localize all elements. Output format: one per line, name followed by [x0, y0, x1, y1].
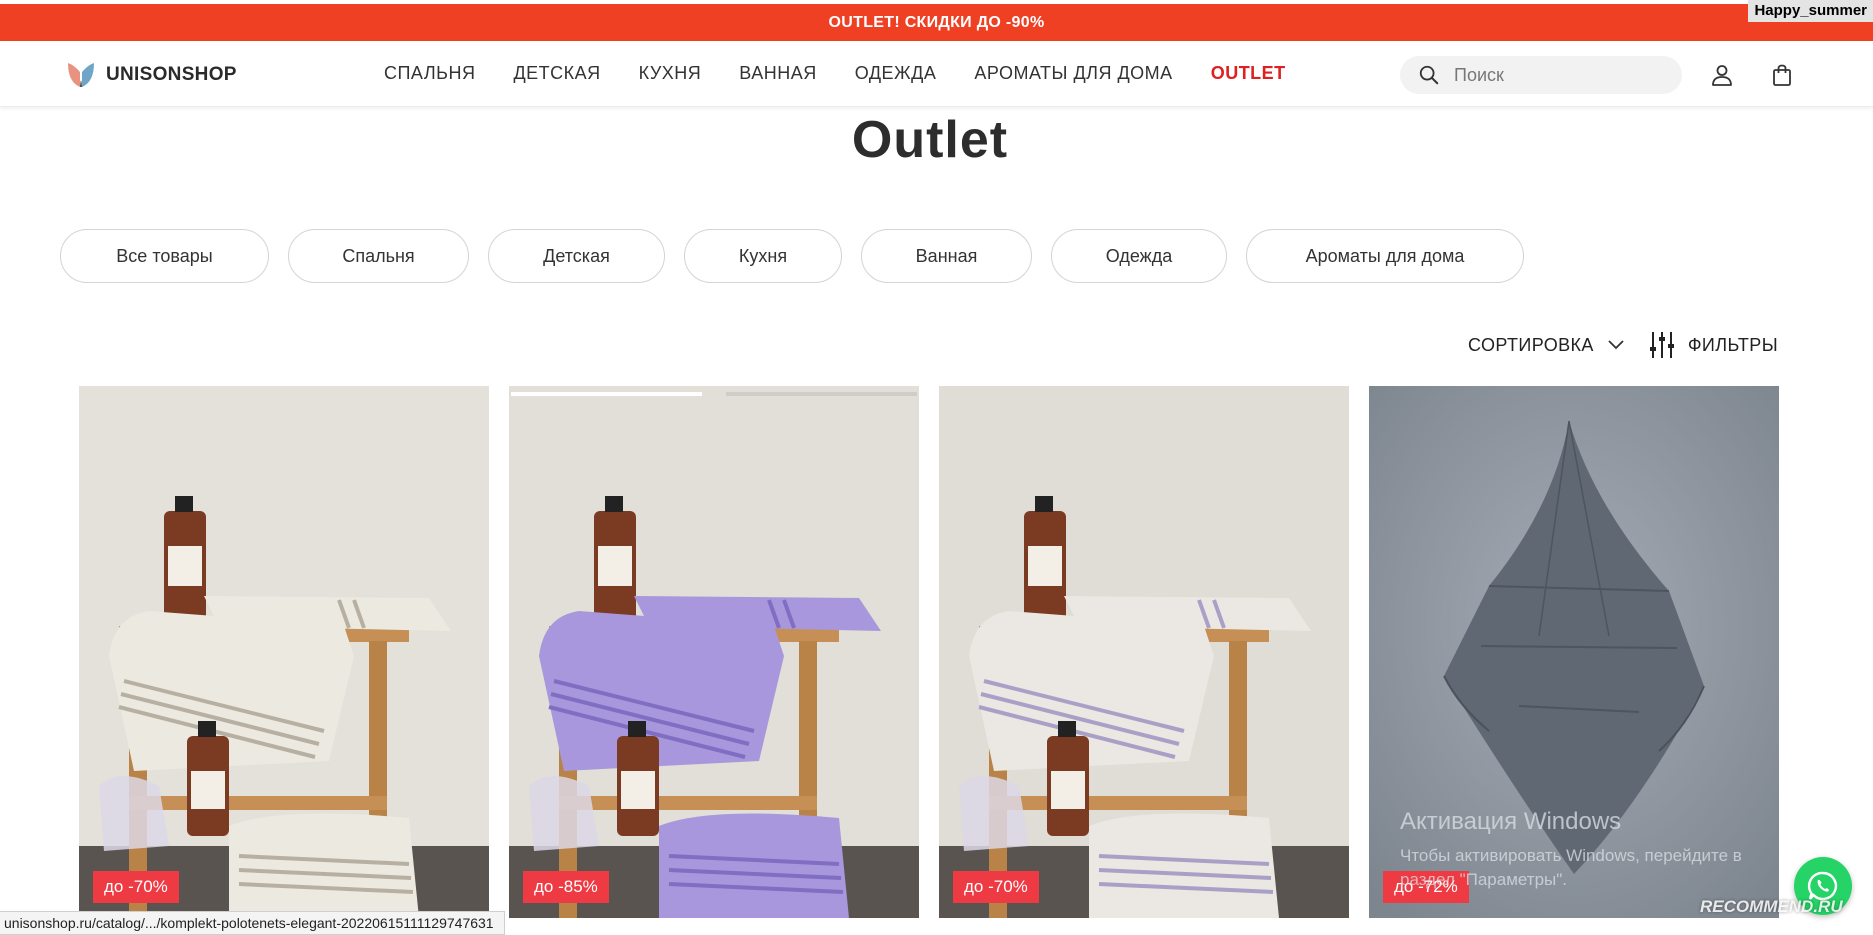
nav-item-kitchen[interactable]: КУХНЯ	[639, 63, 702, 84]
filters-button[interactable]: ФИЛЬТРЫ	[1688, 335, 1778, 356]
nav-item-bathroom[interactable]: ВАННАЯ	[739, 63, 816, 84]
site-header: UNISONSHOP СПАЛЬНЯ ДЕТСКАЯ КУХНЯ ВАННАЯ …	[0, 41, 1873, 107]
promo-banner[interactable]: OUTLET! СКИДКИ ДО -90%	[0, 4, 1873, 41]
discount-badge: до -70%	[93, 871, 179, 903]
promo-text: OUTLET! СКИДКИ ДО -90%	[828, 13, 1045, 31]
filters-icon[interactable]	[1648, 330, 1676, 360]
main-nav: СПАЛЬНЯ ДЕТСКАЯ КУХНЯ ВАННАЯ ОДЕЖДА АРОМ…	[384, 63, 1286, 84]
status-bar-url: unisonshop.ru/catalog/.../komplekt-polot…	[0, 911, 505, 935]
user-icon[interactable]	[1708, 61, 1736, 89]
sort-button[interactable]: СОРТИРОВКА	[1468, 335, 1594, 356]
product-image	[939, 386, 1349, 918]
product-card[interactable]: до -70%	[939, 386, 1349, 918]
logo-text: UNISONSHOP	[106, 64, 237, 85]
category-filter: Все товары Спальня Детская Кухня Ванная …	[60, 229, 1524, 283]
nav-item-home-fragrances[interactable]: АРОМАТЫ ДЛЯ ДОМА	[974, 63, 1172, 84]
page-title: Outlet	[851, 111, 1009, 169]
chevron-down-icon[interactable]	[1606, 335, 1626, 355]
watermark-subtitle: Чтобы активировать Windows, перейдите в …	[1400, 846, 1742, 889]
nav-item-bedroom[interactable]: СПАЛЬНЯ	[384, 63, 475, 84]
sort-filter-toolbar: СОРТИРОВКА ФИЛЬТРЫ	[1468, 330, 1778, 360]
search-input[interactable]	[1454, 64, 1654, 86]
discount-badge: до -70%	[953, 871, 1039, 903]
product-image	[79, 386, 489, 918]
image-slider-indicator[interactable]	[511, 392, 917, 396]
product-card[interactable]: до -85%	[509, 386, 919, 918]
nav-item-kids[interactable]: ДЕТСКАЯ	[513, 63, 600, 84]
user-tag: Happy_summer	[1748, 0, 1873, 22]
discount-badge: до -85%	[523, 871, 609, 903]
category-all[interactable]: Все товары	[60, 229, 269, 283]
search-icon[interactable]	[1418, 64, 1440, 86]
nav-item-outlet[interactable]: OUTLET	[1211, 63, 1286, 84]
nav-item-clothing[interactable]: ОДЕЖДА	[855, 63, 937, 84]
windows-activation-watermark: Активация Windows Чтобы активировать Win…	[1400, 808, 1780, 892]
bag-icon[interactable]	[1768, 61, 1796, 89]
category-home-fragrances[interactable]: Ароматы для дома	[1246, 229, 1524, 283]
category-bathroom[interactable]: Ванная	[861, 229, 1032, 283]
category-bedroom[interactable]: Спальня	[288, 229, 469, 283]
product-card[interactable]: до -70%	[79, 386, 489, 918]
recommend-watermark: RECOMMEND.RU	[1700, 897, 1843, 916]
logo[interactable]: UNISONSHOP	[66, 60, 237, 90]
category-clothing[interactable]: Одежда	[1051, 229, 1227, 283]
search-box[interactable]	[1400, 56, 1682, 94]
category-kitchen[interactable]: Кухня	[684, 229, 842, 283]
category-kids[interactable]: Детская	[488, 229, 665, 283]
watermark-title: Активация Windows	[1400, 808, 1622, 835]
product-image	[509, 386, 919, 918]
logo-icon	[68, 63, 94, 87]
